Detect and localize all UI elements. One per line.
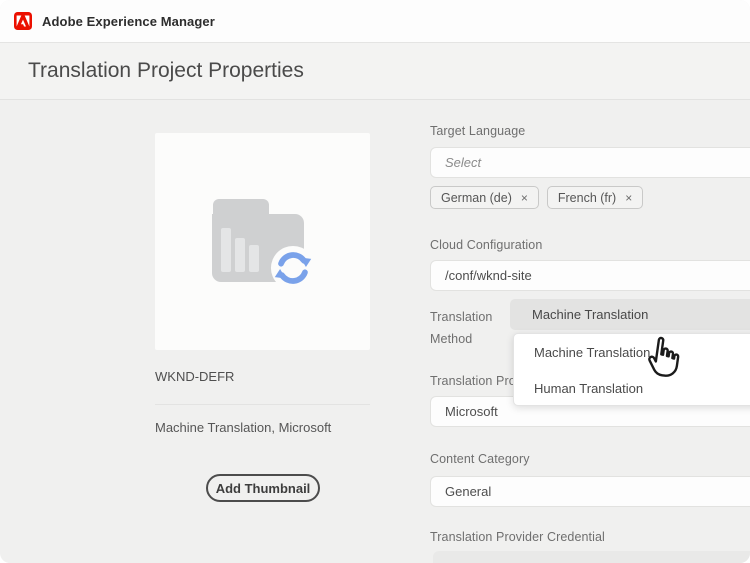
dropdown-option-human-translation[interactable]: Human Translation [514, 370, 750, 406]
app-title: Adobe Experience Manager [42, 14, 215, 29]
translation-method-dropdown: Machine Translation Human Translation [513, 333, 750, 406]
language-tag-german: German (de) × [430, 186, 539, 209]
content-category-value: General [445, 484, 491, 499]
chart-bar [249, 245, 259, 272]
target-language-placeholder: Select [445, 155, 481, 170]
translation-provider-credential-label: Translation Provider Credential [430, 530, 605, 544]
target-language-tags: German (de) × French (fr) × [430, 186, 643, 209]
language-tag-label: German (de) [441, 191, 512, 205]
remove-tag-icon[interactable]: × [625, 192, 632, 204]
content-category-label: Content Category [430, 452, 530, 466]
remove-tag-icon[interactable]: × [521, 192, 528, 204]
top-bar: Adobe Experience Manager [0, 0, 750, 43]
target-language-select[interactable]: Select [430, 147, 750, 178]
title-band: Translation Project Properties [0, 43, 750, 100]
language-tag-french: French (fr) × [547, 186, 643, 209]
translation-provider-value: Microsoft [445, 404, 498, 419]
translation-method-select[interactable]: Machine Translation [510, 299, 750, 330]
dropdown-option-machine-translation[interactable]: Machine Translation [514, 334, 750, 370]
add-thumbnail-button[interactable]: Add Thumbnail [206, 474, 320, 502]
translation-provider-credential-field[interactable] [433, 551, 750, 563]
translation-method-label: Translation Method [430, 306, 508, 350]
page-title: Translation Project Properties [28, 59, 304, 83]
cloud-configuration-label: Cloud Configuration [430, 238, 542, 252]
cloud-configuration-value: /conf/wknd-site [445, 268, 532, 283]
chart-bar [221, 228, 231, 272]
target-language-label: Target Language [430, 124, 525, 138]
sync-icon [270, 245, 316, 291]
translation-project-properties-screen: Adobe Experience Manager Translation Pro… [0, 0, 750, 563]
project-thumbnail [155, 133, 370, 350]
divider [155, 404, 370, 405]
cloud-configuration-input[interactable]: /conf/wknd-site [430, 260, 750, 291]
translation-method-value: Machine Translation [532, 307, 648, 322]
project-name: WKND-DEFR [155, 369, 234, 384]
project-summary: Machine Translation, Microsoft [155, 420, 331, 435]
language-tag-label: French (fr) [558, 191, 616, 205]
chart-bar [235, 238, 245, 272]
adobe-logo-icon [14, 12, 32, 30]
content-category-input[interactable]: General [430, 476, 750, 507]
